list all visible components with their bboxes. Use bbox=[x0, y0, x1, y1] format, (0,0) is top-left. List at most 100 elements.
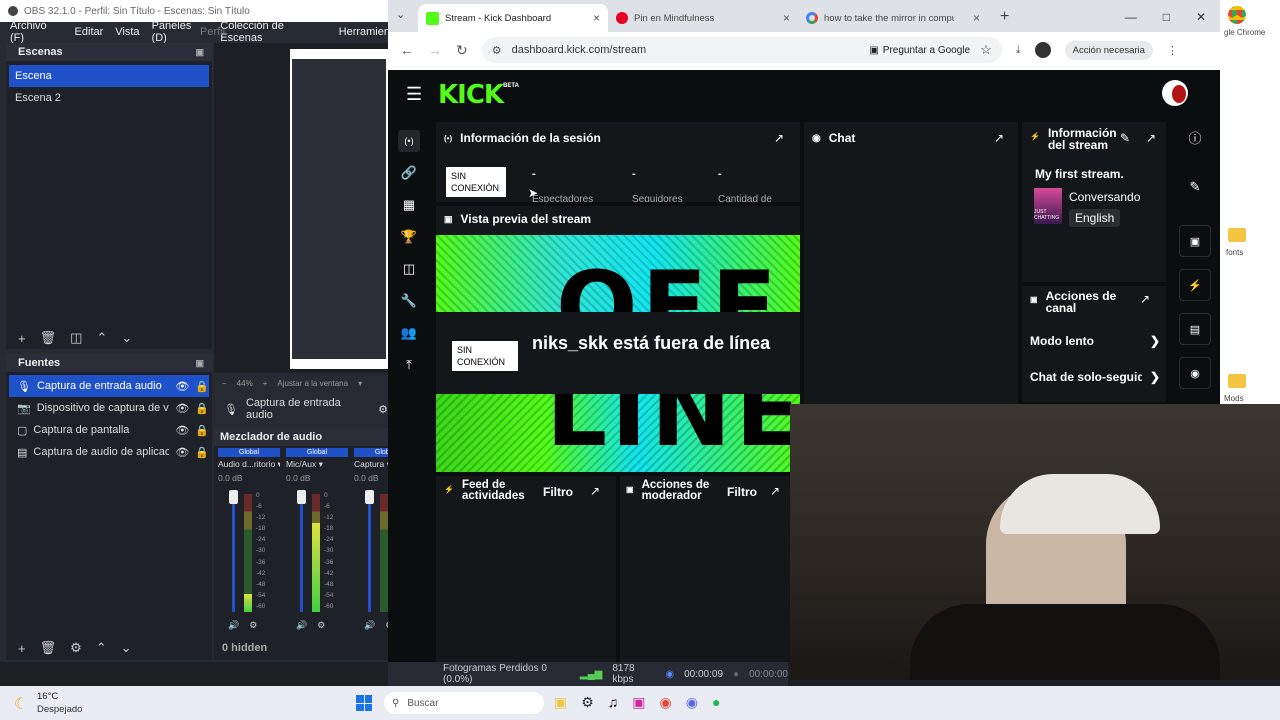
chat-bubble-icon[interactable]: ◉ bbox=[1179, 357, 1211, 389]
close-icon[interactable]: × bbox=[783, 11, 790, 25]
weather-desc[interactable]: Despejado bbox=[37, 704, 82, 715]
close-icon[interactable]: × bbox=[593, 11, 600, 25]
kick-logo[interactable]: KICK BETA bbox=[438, 80, 519, 110]
close-icon[interactable]: × bbox=[973, 11, 980, 25]
popout-icon[interactable]: ↗ bbox=[994, 131, 1004, 145]
add-scene-icon[interactable]: + bbox=[18, 331, 26, 346]
steam-icon[interactable]: ⚙ bbox=[581, 694, 594, 711]
volume-slider-knob[interactable] bbox=[365, 490, 374, 504]
taskbar-search[interactable]: ⚲ Buscar bbox=[384, 692, 544, 714]
note-icon[interactable]: ▤ bbox=[1179, 313, 1211, 345]
tiktok-icon[interactable]: ♫ bbox=[608, 694, 619, 711]
minimize-icon[interactable]: — bbox=[1125, 10, 1137, 24]
edit-icon[interactable]: ✎ bbox=[1120, 131, 1130, 145]
spotify-icon[interactable]: ● bbox=[712, 694, 720, 711]
users-icon[interactable]: 👥 bbox=[398, 322, 420, 344]
gear-icon[interactable]: ⚙ bbox=[70, 640, 82, 656]
ask-google-button[interactable]: ▣ Preguntar a Google bbox=[869, 45, 970, 56]
tab-pinterest[interactable]: Pin en Mindfulness × bbox=[608, 4, 798, 32]
slow-mode-action[interactable]: Modo lento ❯ bbox=[1030, 334, 1160, 348]
menu-perfil[interactable]: Perfil bbox=[200, 26, 225, 38]
source-item[interactable]: ▤ Captura de audio de aplicación 👁 🔒 bbox=[9, 441, 209, 463]
kebab-menu-icon[interactable]: ⋮ bbox=[1167, 44, 1178, 57]
popout-icon[interactable]: ↗ bbox=[1146, 131, 1156, 145]
move-up-icon[interactable]: ⌃ bbox=[96, 330, 107, 346]
zoom-out-icon[interactable]: − bbox=[222, 379, 227, 388]
close-window-icon[interactable]: ✕ bbox=[1196, 10, 1206, 24]
chevron-down-icon[interactable]: ▾ bbox=[358, 379, 362, 388]
windows-start-icon[interactable] bbox=[356, 695, 372, 711]
folder-icon[interactable] bbox=[1228, 374, 1246, 388]
move-down-icon[interactable]: ⌄ bbox=[121, 330, 132, 346]
speaker-icon[interactable]: 🔊 bbox=[228, 620, 239, 631]
lock-icon[interactable]: 🔒 bbox=[195, 380, 209, 393]
menu-editar[interactable]: Editar bbox=[75, 26, 104, 38]
popout-icon[interactable]: ↗ bbox=[590, 484, 600, 498]
followers-only-action[interactable]: Chat de solo-seguid ❯ bbox=[1030, 370, 1160, 384]
gear-icon[interactable]: ⚙ bbox=[378, 403, 388, 416]
volume-slider[interactable] bbox=[365, 490, 374, 612]
back-icon[interactable]: ← bbox=[400, 42, 414, 58]
menu-archivo[interactable]: Archivo (F) bbox=[10, 20, 63, 44]
monitor-audio-icon[interactable]: ⚙ bbox=[249, 620, 257, 631]
scene-filter-icon[interactable]: ◫ bbox=[70, 330, 82, 346]
fit-dropdown[interactable]: Ajustar a la ventana bbox=[277, 379, 348, 388]
instagram-icon[interactable]: ▣ bbox=[632, 694, 645, 711]
chrome-icon[interactable]: ◉ bbox=[660, 694, 672, 711]
tab-kick-dashboard[interactable]: Stream - Kick Dashboard × bbox=[418, 4, 608, 32]
volume-slider-knob[interactable] bbox=[297, 490, 306, 504]
scene-item[interactable]: Escena 2 bbox=[9, 87, 209, 109]
action-needed-button[interactable]: Acción necesaria bbox=[1064, 40, 1153, 60]
dock-menu-icon[interactable]: ▣ bbox=[195, 47, 204, 58]
volume-slider[interactable] bbox=[297, 490, 306, 612]
eye-icon[interactable]: 👁 bbox=[175, 402, 189, 415]
tab-search-icon[interactable]: ⌄ bbox=[396, 8, 405, 21]
folder-icon[interactable] bbox=[1228, 228, 1246, 242]
forward-icon[interactable]: → bbox=[428, 42, 442, 58]
channel-name[interactable]: Mic/Aux ▾ bbox=[286, 459, 348, 470]
channel-name[interactable]: Audio d...ritorio ▾ bbox=[218, 459, 280, 470]
clip-icon[interactable]: ▣ bbox=[1179, 225, 1211, 257]
popout-icon[interactable]: ↗ bbox=[774, 131, 784, 145]
popout-icon[interactable]: ↗ bbox=[1140, 292, 1150, 306]
remove-scene-icon[interactable]: 🗑 bbox=[40, 330, 57, 346]
move-down-icon[interactable]: ⌄ bbox=[121, 640, 132, 656]
speaker-icon[interactable]: 🔊 bbox=[364, 620, 375, 631]
source-item[interactable]: ▢ Captura de pantalla 👁 🔒 bbox=[9, 419, 209, 441]
speaker-icon[interactable]: 🔊 bbox=[296, 620, 307, 631]
new-tab-icon[interactable]: + bbox=[1000, 8, 1009, 26]
menu-vista[interactable]: Vista bbox=[115, 26, 139, 38]
add-source-icon[interactable]: + bbox=[18, 641, 26, 656]
menu-coleccion[interactable]: Colección de Escenas bbox=[220, 20, 326, 44]
lightning-icon[interactable]: ⚡ bbox=[1179, 269, 1211, 301]
url-bar[interactable]: ⚙ dashboard.kick.com/stream ▣ Preguntar … bbox=[481, 37, 1002, 63]
profile-avatar[interactable] bbox=[1034, 42, 1051, 58]
pencil-icon[interactable]: ✎ bbox=[1190, 179, 1201, 195]
source-item[interactable]: 🎙 Captura de entrada audio 👁 🔒 bbox=[9, 375, 209, 397]
star-icon[interactable]: ☆ bbox=[980, 42, 992, 58]
lock-icon[interactable]: 🔒 bbox=[195, 446, 209, 459]
lock-icon[interactable]: 🔒 bbox=[195, 424, 209, 437]
eye-icon[interactable]: 👁 bbox=[175, 424, 189, 437]
move-up-icon[interactable]: ⌃ bbox=[96, 640, 107, 656]
info-icon[interactable]: ⓘ bbox=[1188, 128, 1201, 147]
reload-icon[interactable]: ↻ bbox=[456, 42, 468, 59]
eye-icon[interactable]: 👁 bbox=[175, 380, 189, 393]
lock-icon[interactable]: 🔒 bbox=[195, 402, 209, 415]
mod-filter-button[interactable]: Filtro bbox=[727, 485, 757, 499]
video-icon[interactable]: ◫ bbox=[398, 258, 420, 280]
upload-icon[interactable]: ⤒ bbox=[398, 354, 420, 376]
chrome-desktop-icon[interactable] bbox=[1228, 6, 1246, 24]
maximize-icon[interactable]: □ bbox=[1163, 10, 1170, 24]
wrench-icon[interactable]: 🔧 bbox=[398, 290, 420, 312]
tab-google-search[interactable]: how to take the mirror in computer × bbox=[798, 4, 988, 32]
monitor-audio-icon[interactable]: ⚙ bbox=[317, 620, 325, 631]
volume-slider[interactable] bbox=[229, 490, 238, 612]
obs-preview[interactable] bbox=[214, 43, 388, 373]
source-item[interactable]: 📷 Dispositivo de captura de video 👁 🔒 bbox=[9, 397, 209, 419]
file-explorer-icon[interactable]: ▣ bbox=[554, 694, 567, 711]
analytics-icon[interactable]: ▦ bbox=[398, 194, 420, 216]
broadcast-icon[interactable]: (•) bbox=[398, 130, 420, 152]
link-icon[interactable]: 🔗 bbox=[398, 162, 420, 184]
volume-slider-knob[interactable] bbox=[229, 490, 238, 504]
